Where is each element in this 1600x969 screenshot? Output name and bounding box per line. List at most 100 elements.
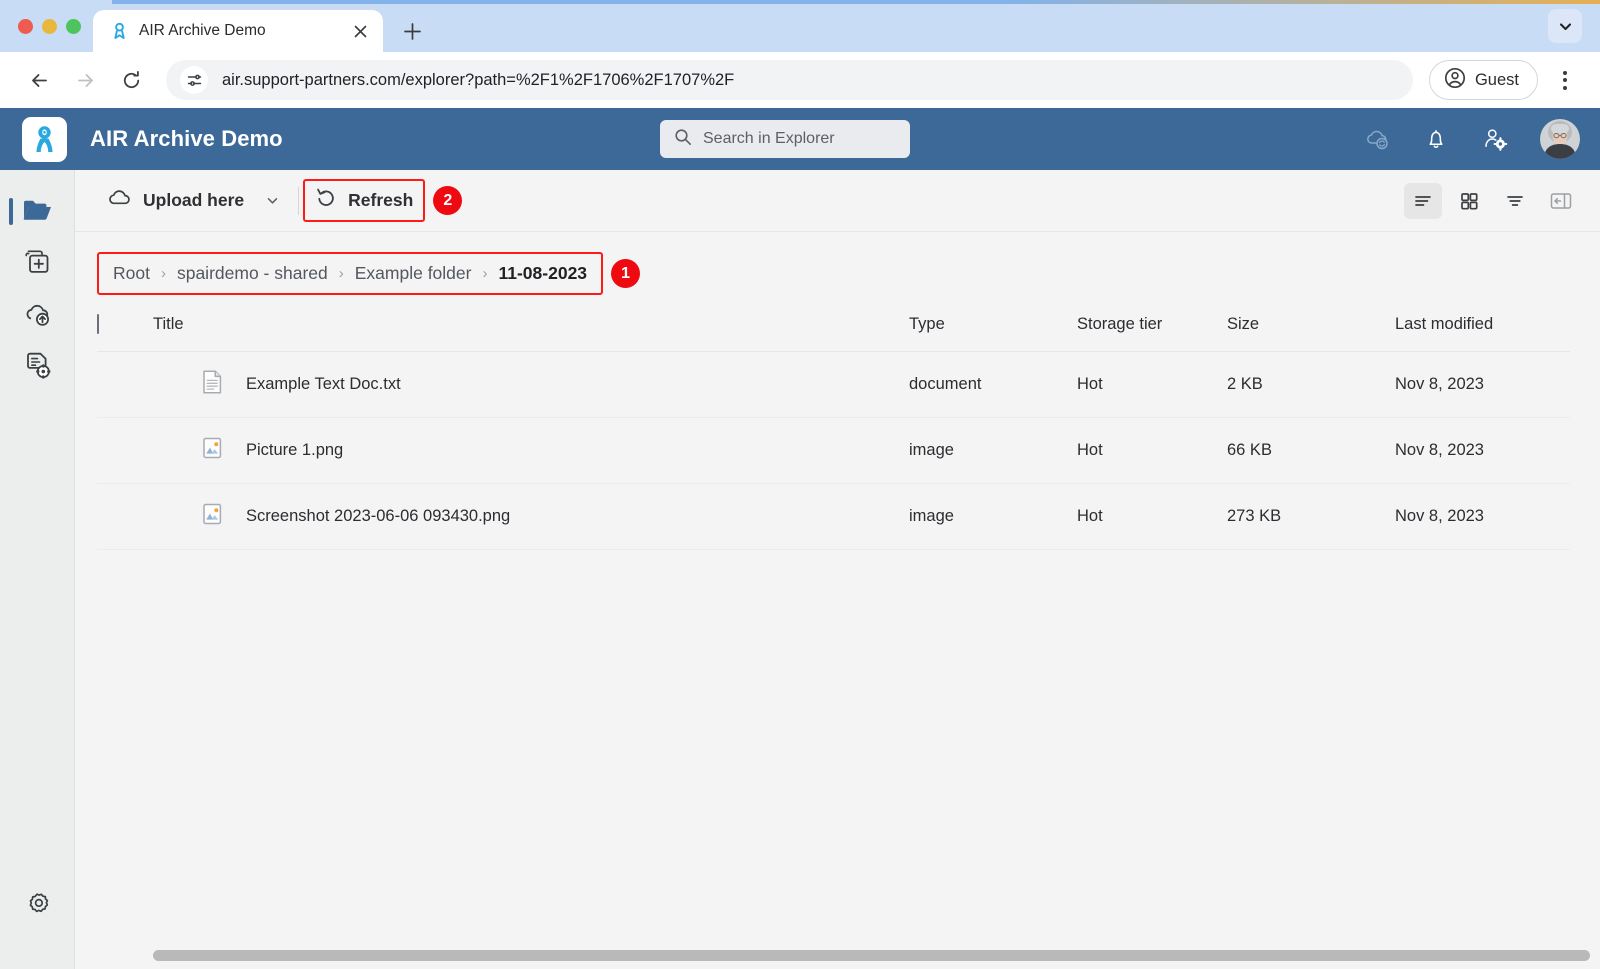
user-settings-icon[interactable] [1481,125,1509,153]
row-last-modified: Nov 8, 2023 [1395,351,1570,418]
profile-button[interactable]: Guest [1428,60,1538,100]
notification-bell-icon[interactable] [1422,125,1450,153]
app-title: AIR Archive Demo [90,126,283,151]
table-row[interactable]: Screenshot 2023-06-06 093430.png image H… [97,483,1570,550]
breadcrumb: Root › spairdemo - shared › Example fold… [97,252,604,295]
breadcrumb-item-spairdemo-shared[interactable]: spairdemo - shared [177,263,328,284]
row-size: 66 KB [1227,417,1395,484]
profile-label: Guest [1474,70,1519,89]
content-area: Upload here Refresh 2 Root › spairdemo -… [75,170,1600,969]
upload-options-button[interactable] [254,184,290,218]
filter-icon[interactable] [1496,183,1534,219]
address-bar[interactable]: air.support-partners.com/explorer?path=%… [166,60,1413,100]
sidebar-item-explorer[interactable] [9,188,65,236]
search-placeholder: Search in Explorer [703,130,835,147]
sidebar-item-new-collection[interactable] [9,240,65,288]
chevron-down-icon[interactable] [1548,9,1582,43]
search-input[interactable]: Search in Explorer [660,120,910,158]
url-text: air.support-partners.com/explorer?path=%… [222,70,735,89]
refresh-annotation-group: Refresh 2 [303,179,463,222]
left-sidebar [0,170,75,969]
cloud-sync-icon[interactable] [1363,125,1391,153]
view-controls [1404,182,1580,219]
grid-view-icon[interactable] [1450,183,1488,219]
cloud-upload-icon [22,300,52,333]
browser-tab[interactable]: AIR Archive Demo [93,10,383,52]
sidebar-item-settings[interactable] [9,883,65,931]
reload-icon[interactable] [110,59,152,101]
air-ribbon-icon [111,22,128,40]
file-name: Screenshot 2023-06-06 093430.png [246,507,511,525]
image-file-icon [201,435,223,466]
breadcrumb-row: Root › spairdemo - shared › Example fold… [75,232,1600,295]
row-type: image [909,417,1077,484]
minimize-window-button[interactable] [42,18,57,34]
row-size: 2 KB [1227,351,1395,418]
open-folder-icon [22,196,53,229]
list-view-icon[interactable] [1404,182,1442,219]
column-header-last-modified[interactable]: Last modified [1395,315,1570,352]
refresh-button[interactable]: Refresh [303,179,426,222]
upload-here-label: Upload here [143,190,245,210]
search-icon [674,128,692,151]
column-header-storage-tier[interactable]: Storage tier [1077,315,1227,352]
row-last-modified: Nov 8, 2023 [1395,417,1570,484]
horizontal-scrollbar[interactable] [153,950,1590,961]
user-avatar[interactable] [1540,119,1580,159]
row-size: 273 KB [1227,483,1395,550]
account-circle-icon [1444,67,1466,94]
application: AIR Archive Demo Search in Explorer Uplo… [0,108,1600,969]
arrow-right-icon[interactable] [64,59,106,101]
row-type: document [909,351,1077,418]
toolbar-divider [298,186,300,215]
file-table: Title Type Storage tier Size Last modifi… [97,314,1570,550]
row-select-cell [97,417,153,484]
arrow-left-icon[interactable] [18,59,60,101]
breadcrumb-item-root[interactable]: Root [113,263,150,284]
file-name: Picture 1.png [246,441,344,459]
table-row[interactable]: Picture 1.png image Hot 66 KB Nov 8, 202… [97,417,1570,484]
header-action-icons [1363,119,1580,159]
close-window-button[interactable] [18,18,33,34]
row-title-cell: Example Text Doc.txt [153,351,909,418]
kebab-menu-icon[interactable] [1548,59,1582,101]
annotation-badge-1: 1 [611,259,641,288]
window-top-accent [112,0,1600,4]
window-controls [14,0,93,52]
file-name: Example Text Doc.txt [246,375,401,393]
browser-toolbar: air.support-partners.com/explorer?path=%… [0,52,1600,108]
refresh-icon [315,187,337,214]
close-icon[interactable] [349,20,371,42]
row-storage-tier: Hot [1077,483,1227,550]
upload-here-button[interactable]: Upload here [97,182,254,219]
row-storage-tier: Hot [1077,351,1227,418]
breadcrumb-separator: › [482,265,488,282]
breadcrumb-separator: › [160,265,166,282]
sidebar-item-uploads[interactable] [9,292,65,340]
row-type: image [909,483,1077,550]
file-table-wrapper: Title Type Storage tier Size Last modifi… [75,295,1600,550]
new-tab-button[interactable] [395,14,429,48]
table-header-row: Title Type Storage tier Size Last modifi… [97,314,1570,352]
row-storage-tier: Hot [1077,417,1227,484]
column-header-size[interactable]: Size [1227,315,1395,352]
annotation-badge-2: 2 [433,186,463,215]
sidebar-item-jobs[interactable] [9,344,65,392]
image-file-icon [201,501,223,532]
site-settings-icon[interactable] [180,66,208,94]
column-header-title[interactable]: Title [153,315,909,352]
breadcrumb-item-example-folder[interactable]: Example folder [355,263,472,284]
select-all-cell [97,314,153,352]
breadcrumb-item-current[interactable]: 11-08-2023 [498,263,587,284]
select-all-checkbox[interactable] [97,314,99,334]
table-row[interactable]: Example Text Doc.txt document Hot 2 KB N… [97,351,1570,418]
add-collection-icon [23,247,52,281]
row-select-cell [97,351,153,418]
air-logo-icon[interactable] [22,116,67,162]
collapse-panel-icon[interactable] [1542,183,1580,219]
row-last-modified: Nov 8, 2023 [1395,483,1570,550]
maximize-window-button[interactable] [66,18,81,34]
cloud-icon [107,188,132,213]
browser-window: AIR Archive Demo air.support-partners.co… [0,0,1600,969]
column-header-type[interactable]: Type [909,315,1077,352]
